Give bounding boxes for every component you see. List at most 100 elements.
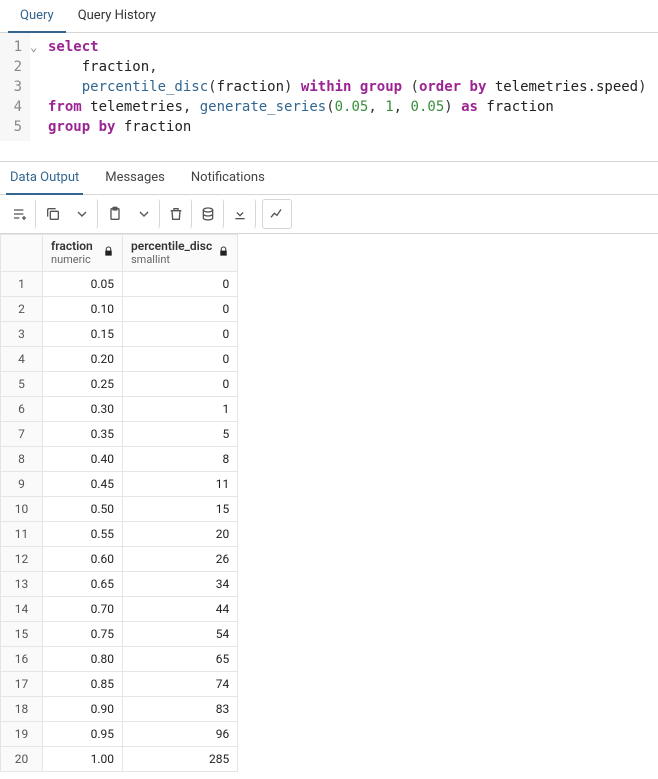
tab-notifications[interactable]: Notifications	[187, 162, 269, 194]
cell-percentile[interactable]: 0	[123, 321, 238, 346]
table-row[interactable]: 150.7554	[1, 621, 238, 646]
cell-fraction[interactable]: 0.80	[43, 646, 123, 671]
cell-fraction[interactable]: 0.05	[43, 271, 123, 296]
table-row[interactable]: 40.200	[1, 346, 238, 371]
row-number[interactable]: 7	[1, 421, 43, 446]
cell-percentile[interactable]: 15	[123, 496, 238, 521]
cell-fraction[interactable]: 0.15	[43, 321, 123, 346]
add-row-icon[interactable]	[6, 199, 36, 229]
row-number[interactable]: 5	[1, 371, 43, 396]
delete-icon[interactable]	[162, 199, 192, 229]
tab-data-output[interactable]: Data Output	[6, 162, 83, 195]
table-row[interactable]: 140.7044	[1, 596, 238, 621]
cell-percentile[interactable]: 74	[123, 671, 238, 696]
cell-percentile[interactable]: 54	[123, 621, 238, 646]
tab-query-history[interactable]: Query History	[66, 0, 168, 32]
table-row[interactable]: 80.408	[1, 446, 238, 471]
cell-percentile[interactable]: 20	[123, 521, 238, 546]
row-number[interactable]: 2	[1, 296, 43, 321]
copy-dropdown-icon[interactable]	[68, 199, 98, 229]
table-row[interactable]: 90.4511	[1, 471, 238, 496]
cell-fraction[interactable]: 0.70	[43, 596, 123, 621]
table-row[interactable]: 160.8065	[1, 646, 238, 671]
cell-percentile[interactable]: 5	[123, 421, 238, 446]
cell-percentile[interactable]: 65	[123, 646, 238, 671]
cell-percentile[interactable]: 11	[123, 471, 238, 496]
cell-percentile[interactable]: 26	[123, 546, 238, 571]
line-gutter: 12345	[0, 33, 30, 141]
table-row[interactable]: 10.050	[1, 271, 238, 296]
row-number[interactable]: 16	[1, 646, 43, 671]
cell-fraction[interactable]: 0.65	[43, 571, 123, 596]
cell-percentile[interactable]: 8	[123, 446, 238, 471]
save-data-icon[interactable]	[194, 199, 224, 229]
row-number[interactable]: 3	[1, 321, 43, 346]
col-header-percentile[interactable]: percentile_disc smallint	[123, 235, 238, 272]
row-number[interactable]: 19	[1, 721, 43, 746]
cell-fraction[interactable]: 0.30	[43, 396, 123, 421]
download-icon[interactable]	[226, 199, 256, 229]
table-row[interactable]: 201.00285	[1, 746, 238, 771]
sql-editor[interactable]: 12345 ⌄ select fraction, percentile_disc…	[0, 33, 658, 162]
cell-fraction[interactable]: 0.85	[43, 671, 123, 696]
table-row[interactable]: 170.8574	[1, 671, 238, 696]
table-row[interactable]: 100.5015	[1, 496, 238, 521]
cell-fraction[interactable]: 0.45	[43, 471, 123, 496]
cell-fraction[interactable]: 0.50	[43, 496, 123, 521]
table-row[interactable]: 120.6026	[1, 546, 238, 571]
row-number[interactable]: 18	[1, 696, 43, 721]
table-row[interactable]: 30.150	[1, 321, 238, 346]
row-number[interactable]: 1	[1, 271, 43, 296]
row-number[interactable]: 4	[1, 346, 43, 371]
cell-fraction[interactable]: 0.95	[43, 721, 123, 746]
cell-percentile[interactable]: 0	[123, 371, 238, 396]
cell-fraction[interactable]: 0.40	[43, 446, 123, 471]
row-number[interactable]: 10	[1, 496, 43, 521]
cell-fraction[interactable]: 0.20	[43, 346, 123, 371]
row-number[interactable]: 11	[1, 521, 43, 546]
row-number[interactable]: 13	[1, 571, 43, 596]
corner-cell[interactable]	[1, 235, 43, 272]
table-row[interactable]: 190.9596	[1, 721, 238, 746]
cell-percentile[interactable]: 34	[123, 571, 238, 596]
cell-percentile[interactable]: 0	[123, 271, 238, 296]
cell-fraction[interactable]: 0.60	[43, 546, 123, 571]
cell-percentile[interactable]: 0	[123, 346, 238, 371]
cell-percentile[interactable]: 0	[123, 296, 238, 321]
row-number[interactable]: 6	[1, 396, 43, 421]
cell-fraction[interactable]: 0.75	[43, 621, 123, 646]
row-number[interactable]: 8	[1, 446, 43, 471]
cell-fraction[interactable]: 0.10	[43, 296, 123, 321]
col-header-fraction[interactable]: fraction numeric	[43, 235, 123, 272]
row-number[interactable]: 9	[1, 471, 43, 496]
code-area[interactable]: select fraction, percentile_disc(fractio…	[44, 33, 651, 141]
cell-fraction[interactable]: 0.90	[43, 696, 123, 721]
tab-query[interactable]: Query	[8, 0, 66, 33]
row-number[interactable]: 15	[1, 621, 43, 646]
row-number[interactable]: 14	[1, 596, 43, 621]
copy-icon[interactable]	[38, 199, 68, 229]
table-row[interactable]: 70.355	[1, 421, 238, 446]
cell-percentile[interactable]: 83	[123, 696, 238, 721]
cell-fraction[interactable]: 0.25	[43, 371, 123, 396]
table-row[interactable]: 50.250	[1, 371, 238, 396]
table-row[interactable]: 60.301	[1, 396, 238, 421]
cell-percentile[interactable]: 44	[123, 596, 238, 621]
row-number[interactable]: 20	[1, 746, 43, 771]
table-row[interactable]: 20.100	[1, 296, 238, 321]
cell-percentile[interactable]: 285	[123, 746, 238, 771]
tab-messages[interactable]: Messages	[101, 162, 169, 194]
graph-icon[interactable]	[262, 199, 292, 229]
cell-percentile[interactable]: 96	[123, 721, 238, 746]
cell-fraction[interactable]: 0.55	[43, 521, 123, 546]
table-row[interactable]: 180.9083	[1, 696, 238, 721]
row-number[interactable]: 12	[1, 546, 43, 571]
cell-percentile[interactable]: 1	[123, 396, 238, 421]
cell-fraction[interactable]: 1.00	[43, 746, 123, 771]
cell-fraction[interactable]: 0.35	[43, 421, 123, 446]
table-row[interactable]: 110.5520	[1, 521, 238, 546]
paste-icon[interactable]	[100, 199, 130, 229]
paste-dropdown-icon[interactable]	[130, 199, 160, 229]
table-row[interactable]: 130.6534	[1, 571, 238, 596]
row-number[interactable]: 17	[1, 671, 43, 696]
